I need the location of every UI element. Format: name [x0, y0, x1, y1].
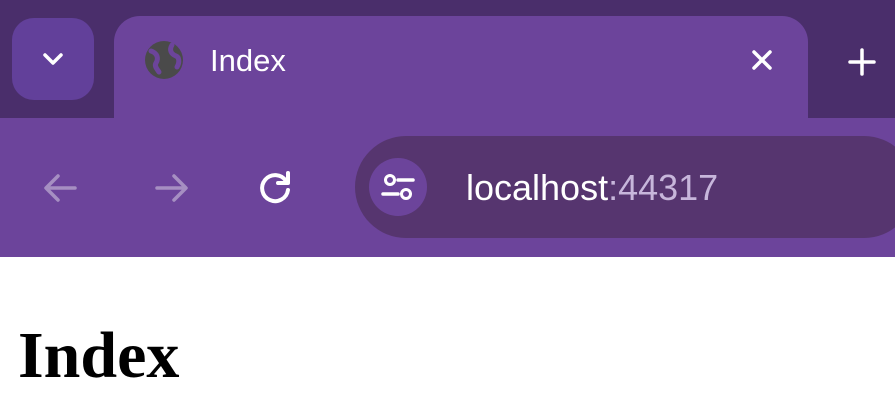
reload-icon [260, 171, 290, 204]
toolbar-divider [0, 255, 895, 257]
plus-icon [848, 48, 876, 76]
globe-icon [145, 41, 183, 79]
url-text[interactable]: localhost:44317 [466, 167, 718, 209]
chevron-down-icon [43, 53, 63, 65]
site-info-button[interactable] [369, 158, 427, 216]
arrow-left-icon [44, 174, 77, 202]
tab-strip: Index [0, 0, 895, 118]
forward-button[interactable] [150, 166, 194, 210]
arrow-right-icon [155, 174, 188, 202]
url-host: localhost [466, 167, 609, 208]
tab-title: Index [210, 43, 286, 78]
tab-index[interactable]: Index [114, 16, 808, 118]
tune-icon [381, 174, 415, 200]
tab-search-button[interactable] [12, 18, 94, 100]
close-icon [752, 50, 772, 70]
tab-close-button[interactable] [740, 38, 784, 82]
page-title: Index [18, 319, 180, 392]
browser-toolbar: localhost:44317 [0, 118, 895, 257]
new-tab-button[interactable] [840, 40, 884, 84]
reload-button[interactable] [253, 166, 297, 210]
url-port: :44317 [608, 167, 719, 208]
back-button[interactable] [38, 166, 82, 210]
address-bar[interactable]: localhost:44317 [355, 136, 895, 238]
